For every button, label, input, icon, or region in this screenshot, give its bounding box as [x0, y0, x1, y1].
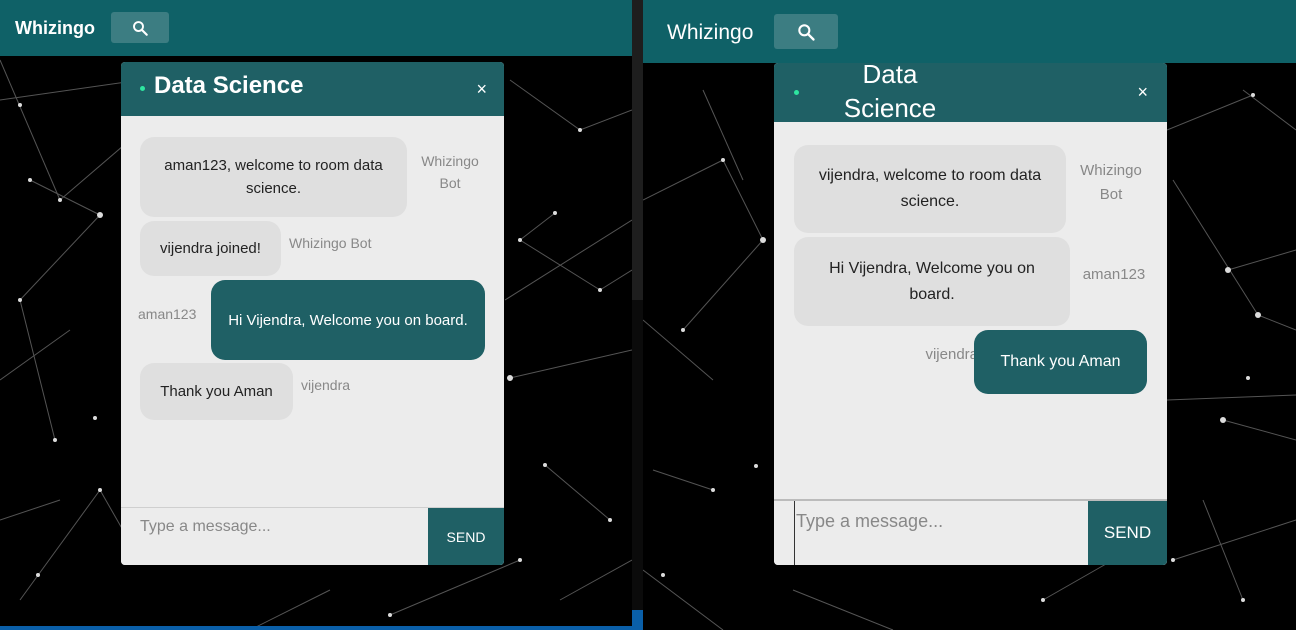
- chat-window: Data Science × vijendra, welcome to room…: [774, 63, 1167, 565]
- online-status-icon: [794, 90, 799, 95]
- search-icon: [798, 23, 815, 41]
- top-navbar: Whizingo: [0, 0, 632, 56]
- send-button[interactable]: SEND: [428, 508, 504, 565]
- message-bubble: aman123, welcome to room data science.: [140, 137, 407, 217]
- room-title: Data Science: [843, 63, 937, 123]
- search-button[interactable]: [111, 12, 169, 43]
- left-browser-window: Whizingo Data Science × aman123, welcome…: [0, 0, 632, 630]
- message-sender: vijendra: [925, 346, 978, 363]
- taskbar-edge: [0, 626, 632, 630]
- send-button[interactable]: SEND: [1088, 501, 1167, 565]
- message-bubble: vijendra joined!: [140, 221, 281, 276]
- chat-window: Data Science × aman123, welcome to room …: [121, 62, 504, 565]
- message-bubble: Thank you Aman: [974, 330, 1147, 394]
- message-bubble: Hi Vijendra, Welcome you on board.: [211, 280, 485, 360]
- message-input[interactable]: [794, 501, 1108, 565]
- message-sender: Whizingo Bot: [421, 153, 479, 191]
- message-sender: vijendra: [301, 377, 351, 393]
- search-button[interactable]: [774, 14, 838, 49]
- message-sender: aman123: [138, 306, 197, 322]
- message-sender: aman123: [1082, 266, 1146, 283]
- message-bubble: vijendra, welcome to room data science.: [794, 145, 1066, 233]
- message-composer: SEND: [121, 507, 504, 565]
- room-title: Data Science: [154, 72, 304, 99]
- background-window-strip: [632, 300, 643, 610]
- chat-header: Data Science ×: [121, 62, 504, 116]
- close-icon[interactable]: ×: [1137, 82, 1148, 103]
- message-bubble: Hi Vijendra, Welcome you on board.: [794, 237, 1070, 326]
- search-icon: [133, 20, 148, 36]
- taskbar-edge: [632, 610, 643, 630]
- close-icon[interactable]: ×: [476, 79, 487, 100]
- app-brand[interactable]: Whizingo: [15, 18, 95, 39]
- message-composer: SEND: [774, 499, 1167, 565]
- app-brand[interactable]: Whizingo: [667, 21, 753, 45]
- message-input[interactable]: [121, 508, 428, 565]
- online-status-icon: [140, 86, 145, 91]
- right-browser-window: Whizingo Data Science × vijendra, welcom…: [643, 0, 1296, 630]
- chat-header: Data Science ×: [774, 63, 1167, 123]
- message-bubble: Thank you Aman: [140, 363, 293, 420]
- message-sender: Whizingo Bot: [289, 235, 372, 251]
- top-navbar: Whizingo: [643, 0, 1296, 63]
- message-sender: Whizingo Bot: [1080, 162, 1142, 203]
